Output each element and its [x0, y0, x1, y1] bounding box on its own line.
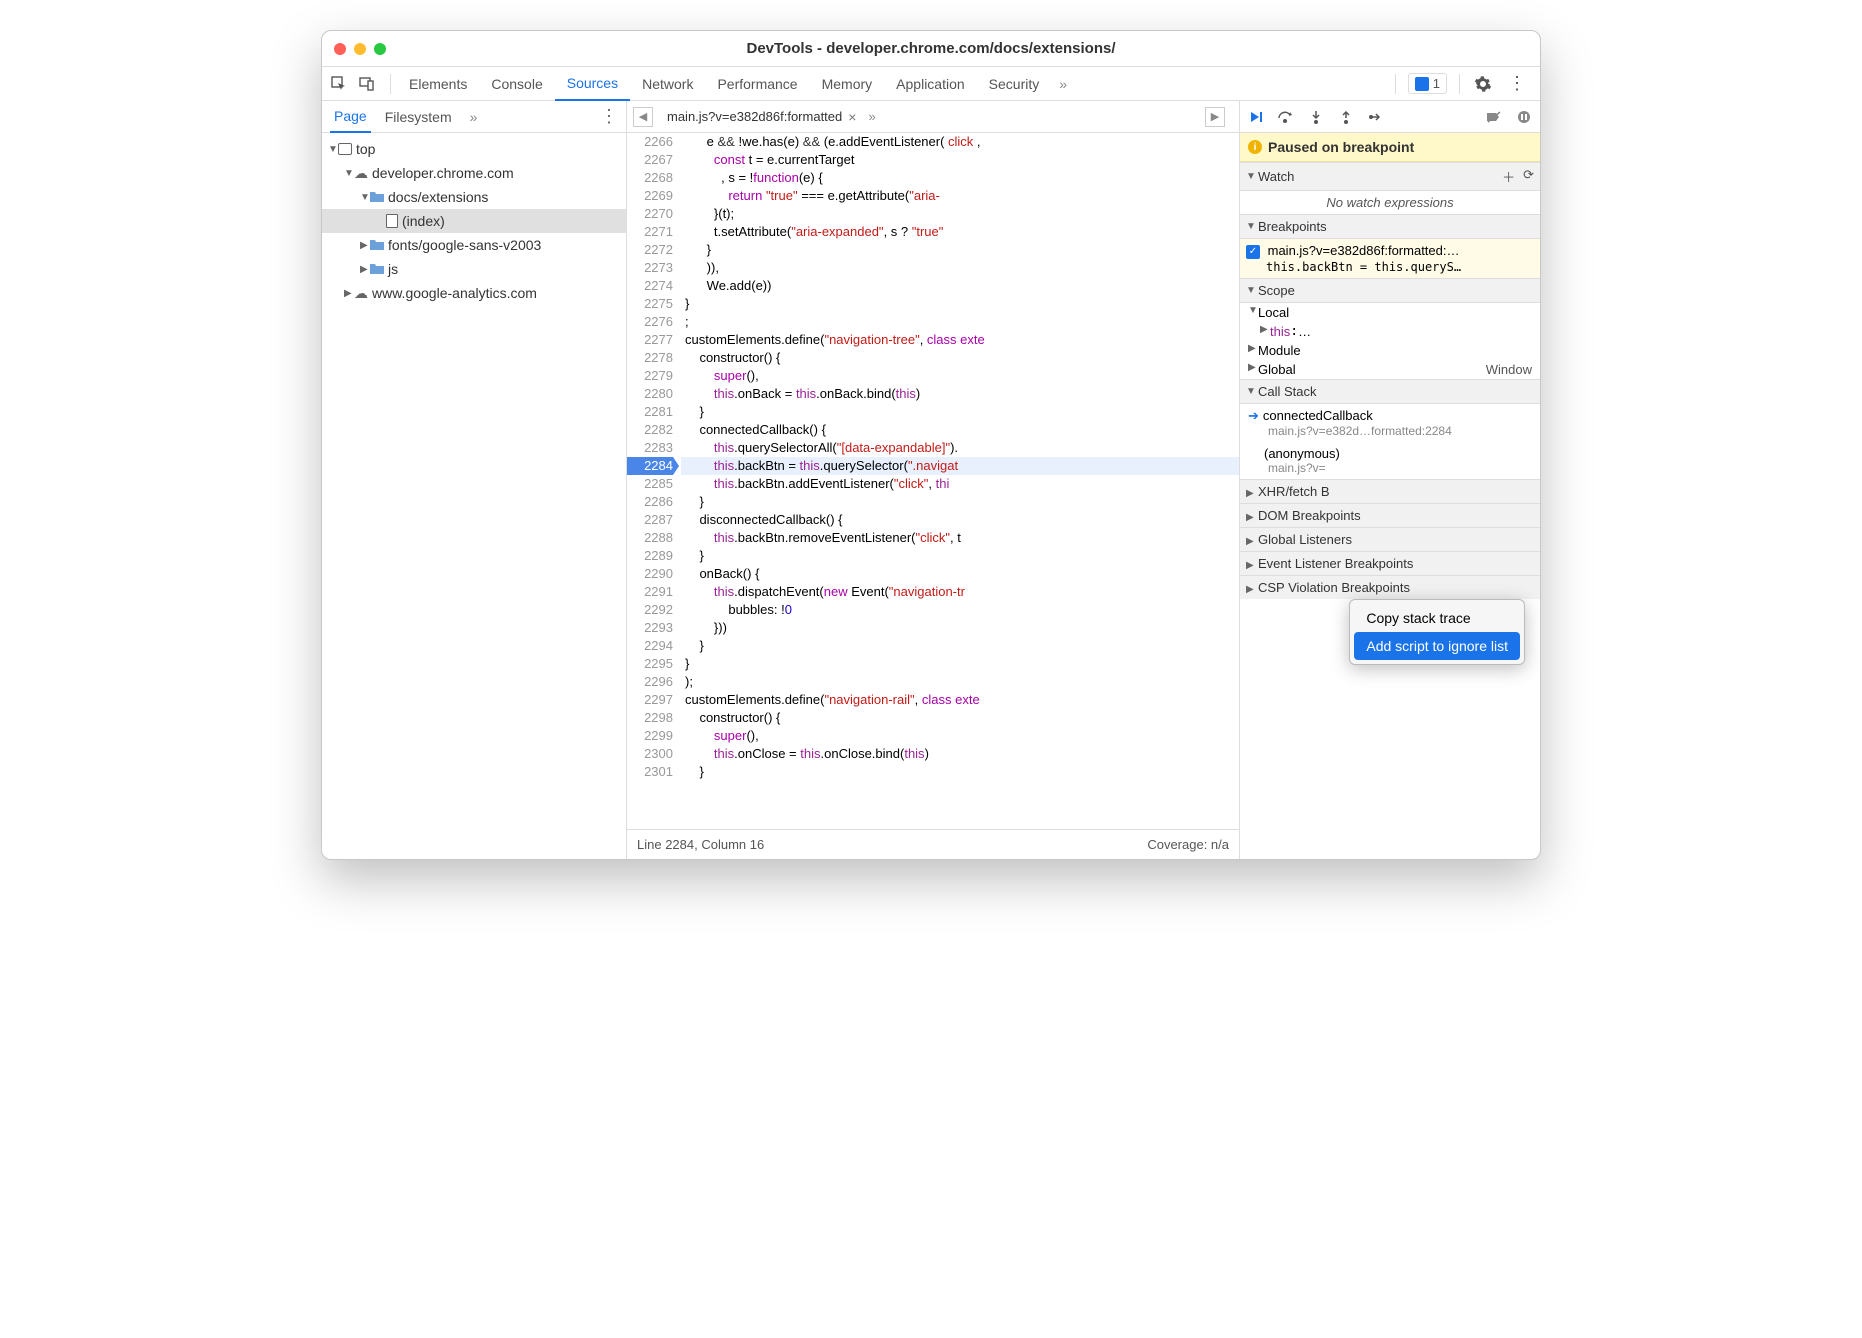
refresh-watch-icon[interactable]: ⟳ — [1523, 167, 1534, 186]
tab-sources[interactable]: Sources — [555, 67, 630, 101]
cloud-icon: ☁ — [354, 165, 368, 182]
folder-icon — [370, 239, 384, 251]
stack-frame[interactable]: (anonymous)main.js?v= — [1240, 442, 1540, 479]
context-menu: Copy stack traceAdd script to ignore lis… — [1349, 599, 1525, 665]
tree-item[interactable]: ▶fonts/google-sans-v2003 — [322, 233, 626, 257]
kebab-menu-icon[interactable]: ⋮ — [1506, 73, 1528, 95]
tree-item[interactable]: ▶js — [322, 257, 626, 281]
deactivate-breakpoints-icon[interactable] — [1484, 107, 1504, 127]
checkbox-icon[interactable]: ✓ — [1246, 245, 1260, 259]
scope-this[interactable]: ▶this: … — [1240, 322, 1540, 341]
coverage-status: Coverage: n/a — [1147, 837, 1229, 852]
issue-count: 1 — [1433, 76, 1440, 91]
minimize-window-icon[interactable] — [354, 43, 366, 55]
tree-item[interactable]: (index) — [322, 209, 626, 233]
device-toggle-icon[interactable] — [356, 73, 378, 95]
main-toolbar: ElementsConsoleSourcesNetworkPerformance… — [322, 67, 1540, 101]
section-global-listeners[interactable]: ▶Global Listeners — [1240, 527, 1540, 551]
code-editor[interactable]: 2266226722682269227022712272227322742275… — [627, 133, 1239, 829]
navigator-panel: Page Filesystem » ⋮ ▼top▼☁developer.chro… — [322, 101, 627, 859]
tree-item[interactable]: ▼docs/extensions — [322, 185, 626, 209]
pause-exceptions-icon[interactable] — [1514, 107, 1534, 127]
callstack-section-header[interactable]: ▼Call Stack — [1240, 379, 1540, 404]
main-tabs: ElementsConsoleSourcesNetworkPerformance… — [397, 67, 1051, 101]
tree-item[interactable]: ▼☁developer.chrome.com — [322, 161, 626, 185]
folder-icon — [370, 191, 384, 203]
issue-icon — [1415, 77, 1429, 91]
nav-next-icon[interactable]: ▶ — [1205, 107, 1225, 127]
watch-section-header[interactable]: ▼Watch ＋⟳ — [1240, 162, 1540, 191]
file-tab[interactable]: main.js?v=e382d86f:formatted × — [661, 109, 862, 125]
section-xhr-fetch-b[interactable]: ▶XHR/fetch B — [1240, 479, 1540, 503]
step-into-icon[interactable] — [1306, 107, 1326, 127]
maximize-window-icon[interactable] — [374, 43, 386, 55]
tab-application[interactable]: Application — [884, 67, 977, 101]
step-icon[interactable] — [1366, 107, 1386, 127]
scope-section-header[interactable]: ▼Scope — [1240, 278, 1540, 303]
scope-module[interactable]: ▶Module — [1240, 341, 1540, 360]
watch-empty: No watch expressions — [1240, 191, 1540, 214]
nav-prev-icon[interactable]: ◀ — [633, 107, 653, 127]
scope-global[interactable]: ▶GlobalWindow — [1240, 360, 1540, 379]
section-csp-violation-breakpoints[interactable]: ▶CSP Violation Breakpoints — [1240, 575, 1540, 599]
navigator-tab-page[interactable]: Page — [330, 101, 371, 133]
breakpoints-section-header[interactable]: ▼Breakpoints — [1240, 214, 1540, 239]
tab-performance[interactable]: Performance — [705, 67, 809, 101]
cursor-position: Line 2284, Column 16 — [637, 837, 764, 852]
step-out-icon[interactable] — [1336, 107, 1356, 127]
navigator-more-icon[interactable]: » — [470, 109, 478, 125]
titlebar: DevTools - developer.chrome.com/docs/ext… — [322, 31, 1540, 67]
folder-icon — [370, 263, 384, 275]
inspect-icon[interactable] — [328, 73, 350, 95]
tab-security[interactable]: Security — [977, 67, 1052, 101]
issues-badge[interactable]: 1 — [1408, 73, 1447, 94]
scope-local[interactable]: ▼Local — [1240, 303, 1540, 322]
more-tabs-icon[interactable]: » — [1051, 76, 1075, 92]
file-tab-more-icon[interactable]: » — [862, 109, 881, 124]
tree-item[interactable]: ▼top — [322, 137, 626, 161]
tree-item[interactable]: ▶☁www.google-analytics.com — [322, 281, 626, 305]
menu-item[interactable]: Add script to ignore list — [1354, 632, 1520, 660]
file-tab-name: main.js?v=e382d86f:formatted — [667, 109, 842, 124]
file-icon — [386, 214, 398, 228]
window-title: DevTools - developer.chrome.com/docs/ext… — [322, 40, 1540, 57]
step-over-icon[interactable] — [1276, 107, 1296, 127]
file-tree[interactable]: ▼top▼☁developer.chrome.com▼docs/extensio… — [322, 133, 626, 859]
close-window-icon[interactable] — [334, 43, 346, 55]
resume-icon[interactable] — [1246, 107, 1266, 127]
menu-item[interactable]: Copy stack trace — [1354, 604, 1520, 632]
navigator-menu-icon[interactable]: ⋮ — [600, 106, 618, 127]
navigator-tab-filesystem[interactable]: Filesystem — [381, 101, 456, 133]
tab-network[interactable]: Network — [630, 67, 705, 101]
cloud-icon: ☁ — [354, 285, 368, 302]
info-icon: i — [1248, 140, 1262, 154]
tab-elements[interactable]: Elements — [397, 67, 479, 101]
section-event-listener-breakpoints[interactable]: ▶Event Listener Breakpoints — [1240, 551, 1540, 575]
breakpoint-item[interactable]: ✓ main.js?v=e382d86f:formatted:… this.ba… — [1240, 239, 1540, 278]
tab-console[interactable]: Console — [479, 67, 554, 101]
stack-frame[interactable]: ➔connectedCallbackmain.js?v=e382d…format… — [1240, 404, 1540, 442]
tab-memory[interactable]: Memory — [810, 67, 885, 101]
close-tab-icon[interactable]: × — [848, 109, 856, 125]
editor-panel: ◀ main.js?v=e382d86f:formatted × » ▶ 226… — [627, 101, 1240, 859]
paused-banner: i Paused on breakpoint — [1240, 133, 1540, 162]
settings-icon[interactable] — [1472, 73, 1494, 95]
debugger-panel: i Paused on breakpoint ▼Watch ＋⟳ No watc… — [1240, 101, 1540, 859]
section-dom-breakpoints[interactable]: ▶DOM Breakpoints — [1240, 503, 1540, 527]
frame-icon — [338, 143, 352, 155]
add-watch-icon[interactable]: ＋ — [1502, 167, 1515, 186]
